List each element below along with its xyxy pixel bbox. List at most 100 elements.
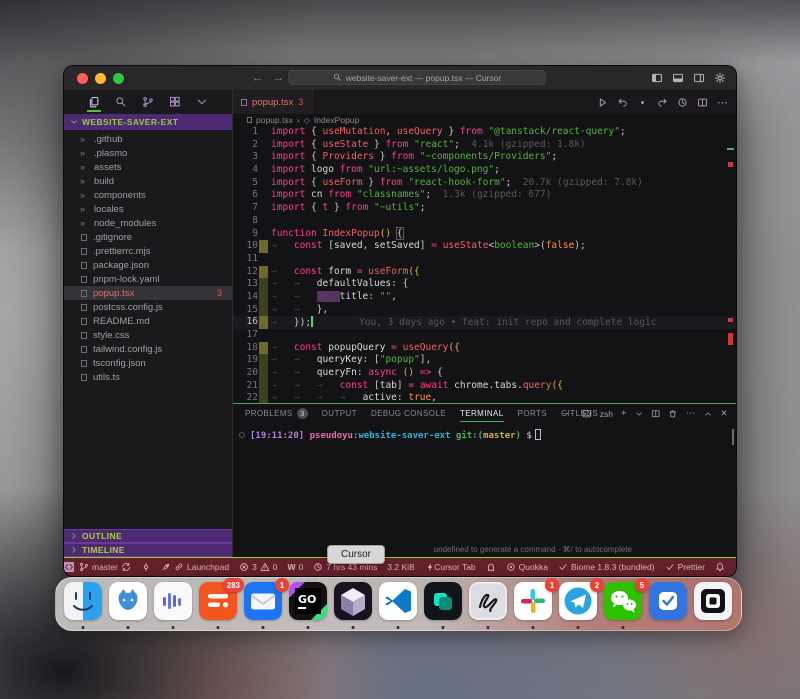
command-decoration-icon[interactable] bbox=[239, 432, 245, 438]
filesize-status[interactable]: 3.2 KiB bbox=[382, 562, 419, 572]
code-line-2[interactable]: 2import { useState } from "react"; 4.1k … bbox=[233, 139, 736, 152]
git-branch-status[interactable]: master bbox=[74, 562, 136, 572]
split-editor-icon[interactable] bbox=[697, 97, 708, 108]
panel-more-actions[interactable]: ⋯ bbox=[686, 408, 697, 419]
folder-item-locales[interactable]: »locales bbox=[64, 202, 232, 216]
code-line-1[interactable]: 1import { useMutation, useQuery } from "… bbox=[233, 126, 736, 139]
timeline-section-header[interactable]: TIMELINE bbox=[64, 543, 232, 557]
dock-item-telegram[interactable]: 2 bbox=[559, 582, 597, 620]
panel-more-tabs[interactable]: ··· bbox=[562, 408, 575, 419]
code-line-5[interactable]: 5import { useForm } from "react-hook-for… bbox=[233, 177, 736, 190]
folder-item-assets[interactable]: »assets bbox=[64, 160, 232, 174]
toggle-primary-sidebar-icon[interactable] bbox=[651, 72, 663, 84]
biome-status[interactable]: Biome 1.8.3 (bundled) bbox=[553, 562, 660, 572]
dock-item-audio-app[interactable] bbox=[154, 582, 192, 620]
shell-name[interactable]: zsh bbox=[600, 409, 613, 419]
code-line-10[interactable]: 10→ const [saved, setSaved] = useState<b… bbox=[233, 240, 736, 253]
maximize-panel-icon[interactable] bbox=[704, 410, 712, 418]
close-panel-icon[interactable]: ✕ bbox=[720, 408, 728, 419]
terminal-scrollbar[interactable] bbox=[732, 429, 734, 445]
prettier-status[interactable]: Prettier bbox=[660, 562, 710, 572]
folder-item-build[interactable]: »build bbox=[64, 174, 232, 188]
minimize-window-button[interactable] bbox=[95, 73, 106, 84]
file-item-style.css[interactable]: style.css bbox=[64, 328, 232, 342]
panel-tab-debug-console[interactable]: DEBUG CONSOLE bbox=[371, 404, 446, 423]
file-item-README.md[interactable]: README.md bbox=[64, 314, 232, 328]
close-window-button[interactable] bbox=[77, 73, 88, 84]
folder-item-.plasmo[interactable]: ».plasmo bbox=[64, 146, 232, 160]
code-line-15[interactable]: 15→ → }, bbox=[233, 304, 736, 317]
code-line-16[interactable]: 16→ });You, 3 days ago • feat: init repo… bbox=[233, 316, 736, 329]
breadcrumb-file[interactable]: popup.tsx bbox=[256, 115, 293, 125]
dock-item-wechat[interactable]: 5 bbox=[604, 582, 642, 620]
terminal-dropdown-icon[interactable] bbox=[635, 410, 643, 418]
toggle-secondary-sidebar-icon[interactable] bbox=[693, 72, 705, 84]
commit-graph-button[interactable] bbox=[136, 562, 156, 572]
dock-item-things[interactable] bbox=[649, 582, 687, 620]
code-line-6[interactable]: 6import cn from "classnames"; 1.3k (gzip… bbox=[233, 189, 736, 202]
explorer-icon[interactable] bbox=[88, 96, 100, 108]
dock-item-vscode[interactable] bbox=[379, 582, 417, 620]
code-line-8[interactable]: 8 bbox=[233, 215, 736, 228]
code-line-7[interactable]: 7import { t } from "~utils"; bbox=[233, 202, 736, 215]
code-editor[interactable]: 1import { useMutation, useQuery } from "… bbox=[233, 126, 736, 403]
breadcrumb-symbol[interactable]: IndexPopup bbox=[314, 115, 359, 125]
folder-item-node_modules[interactable]: »node_modules bbox=[64, 216, 232, 230]
outline-section-header[interactable]: OUTLINE bbox=[64, 529, 232, 543]
code-line-17[interactable]: 17 bbox=[233, 329, 736, 342]
file-item-pnpm-lock.yaml[interactable]: pnpm-lock.yaml bbox=[64, 272, 232, 286]
file-item-.gitignore[interactable]: .gitignore bbox=[64, 230, 232, 244]
settings-gear-icon[interactable] bbox=[714, 72, 726, 84]
tab-popup-tsx[interactable]: popup.tsx 3 bbox=[233, 90, 315, 114]
problems-status[interactable]: 3 0 bbox=[234, 562, 282, 572]
code-line-20[interactable]: 20→ → queryFn: async () => { bbox=[233, 367, 736, 380]
extensions-icon[interactable] bbox=[169, 96, 181, 108]
copilot-ghost-status[interactable] bbox=[481, 562, 501, 572]
file-item-package.json[interactable]: package.json bbox=[64, 258, 232, 272]
code-line-3[interactable]: 3import { Providers } from "~components/… bbox=[233, 151, 736, 164]
code-line-18[interactable]: 18→ const popupQuery = useQuery({ bbox=[233, 342, 736, 355]
cursor-tab-status[interactable]: Cursor Tab bbox=[429, 562, 480, 572]
code-line-19[interactable]: 19→ → queryKey: ["popup"], bbox=[233, 354, 736, 367]
dock-item-scribble-app[interactable] bbox=[469, 582, 507, 620]
nav-back-icon[interactable] bbox=[617, 97, 628, 108]
explorer-root-header[interactable]: WEBSITE-SAVER-EXT bbox=[64, 114, 232, 130]
notifications-status[interactable] bbox=[710, 562, 730, 572]
nav-dot-icon[interactable] bbox=[637, 97, 648, 108]
dock-item-rss-reader[interactable]: 283 bbox=[199, 582, 237, 620]
folder-item-.github[interactable]: ».github bbox=[64, 132, 232, 146]
command-center-search[interactable]: website-saver-ext — popup.tsx — Cursor bbox=[288, 70, 546, 85]
code-line-13[interactable]: 13→ → defaultValues: { bbox=[233, 278, 736, 291]
kill-terminal-icon[interactable] bbox=[668, 409, 678, 419]
navigate-back-button[interactable]: ← bbox=[252, 72, 263, 84]
nav-forward-icon[interactable] bbox=[657, 97, 668, 108]
code-line-4[interactable]: 4import logo from "url:~assets/logo.png"… bbox=[233, 164, 736, 177]
file-item-postcss.config.js[interactable]: postcss.config.js bbox=[64, 300, 232, 314]
panel-tab-terminal[interactable]: TERMINAL bbox=[460, 404, 504, 423]
dock-item-fox-app[interactable] bbox=[109, 582, 147, 620]
quokka-status[interactable]: Quokka bbox=[501, 562, 553, 572]
file-item-popup.tsx[interactable]: popup.tsx3 bbox=[64, 286, 232, 300]
source-control-icon[interactable] bbox=[142, 96, 154, 108]
panel-tab-ports[interactable]: PORTS bbox=[518, 404, 547, 423]
terminal[interactable]: [19:11:20] pseudoyu:website-saver-ext gi… bbox=[233, 423, 736, 557]
zoom-window-button[interactable] bbox=[113, 73, 124, 84]
chevron-down-icon[interactable] bbox=[196, 96, 208, 108]
remote-indicator[interactable] bbox=[64, 562, 74, 572]
wallaby-status[interactable]: W 0 bbox=[283, 562, 309, 572]
file-item-utils.ts[interactable]: utils.ts bbox=[64, 370, 232, 384]
code-line-9[interactable]: 9function IndexPopup() { bbox=[233, 228, 736, 241]
new-terminal-icon[interactable]: + bbox=[621, 408, 627, 419]
folder-item-components[interactable]: »components bbox=[64, 188, 232, 202]
dock-item-finder[interactable] bbox=[64, 582, 102, 620]
code-line-21[interactable]: 21→ → → const [tab] = await chrome.tabs.… bbox=[233, 380, 736, 393]
code-line-14[interactable]: 14→ → → title: "", bbox=[233, 291, 736, 304]
code-line-12[interactable]: 12→ const form = useForm({ bbox=[233, 266, 736, 279]
dock-item-slack[interactable]: 1 bbox=[514, 582, 552, 620]
navigate-forward-button[interactable]: → bbox=[273, 72, 284, 84]
more-actions-icon[interactable]: ⋯ bbox=[717, 96, 728, 109]
file-item-.prettierrc.mjs[interactable]: .prettierrc.mjs bbox=[64, 244, 232, 258]
timeline-history-icon[interactable] bbox=[677, 97, 688, 108]
gitlens-launchpad[interactable]: Launchpad bbox=[156, 562, 234, 572]
dock-item-goland[interactable]: GO bbox=[289, 582, 327, 620]
